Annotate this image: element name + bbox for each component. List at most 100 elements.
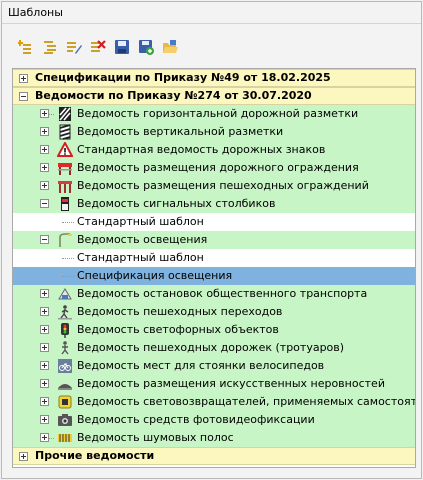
expand-toggle[interactable] [40,145,49,154]
save-as-button[interactable] [135,36,157,58]
tree-item-label: Ведомость размещения пешеходных огражден… [77,179,369,192]
add-template-icon [18,40,31,54]
expand-toggle[interactable] [40,361,49,370]
expand-toggle[interactable] [40,127,49,136]
collapse-toggle[interactable] [40,199,49,208]
expand-toggle[interactable] [40,397,49,406]
tree-item[interactable]: Стандартная ведомость дорожных знаков [13,141,415,159]
add-subtemplate-icon [44,41,56,54]
expand-toggle[interactable] [19,452,28,461]
tree-item-label: Ведомость пешеходных переходов [77,305,283,318]
tree-group-other[interactable]: Прочие ведомости [13,447,415,465]
tree-item-label: Ведомость сигнальных столбиков [77,197,276,210]
collapse-toggle[interactable] [19,92,28,101]
reflector-icon [57,394,73,410]
tree-item-label: Ведомость светофорных объектов [77,323,279,336]
group-label: Ведомости по Приказу №274 от 30.07.2020 [35,89,312,102]
expand-toggle[interactable] [40,109,49,118]
tree-line [62,258,74,259]
tree-item[interactable]: Ведомость размещения пешеходных огражден… [13,177,415,195]
templates-panel: Шаблоны Спецификации по Приказу №49 от 1… [1,1,422,479]
edit-template-icon [67,42,82,54]
tree-item[interactable]: Ведомость средств фотовидеофиксации [13,411,415,429]
tree-item[interactable]: Ведомость световозвращателей, применяемы… [13,393,415,411]
tree-item[interactable]: Ведомость размещения искусственных неров… [13,375,415,393]
tree-item[interactable]: Ведомость размещения дорожного ограждени… [13,159,415,177]
vertical-marking-icon [57,124,73,140]
tree-subitem[interactable]: Стандартный шаблон [13,249,415,267]
street-light-icon [57,232,73,248]
group-label: Спецификации по Приказу №49 от 18.02.202… [35,71,331,84]
tree-item-label: Ведомость остановок общественного трансп… [77,287,368,300]
tree-item[interactable]: Ведомость вертикальной разметки [13,123,415,141]
title-separator [2,23,421,24]
delete-template-button[interactable] [87,36,109,58]
traffic-light-icon [57,322,73,338]
rumble-strip-icon [57,430,73,446]
bicycle-parking-icon [57,358,73,374]
pedestrian-fence-icon [57,178,73,194]
expand-toggle[interactable] [40,181,49,190]
save-icon [115,40,129,54]
tree-item-label: Ведомость шумовых полос [77,431,234,444]
open-folder-button[interactable] [159,36,181,58]
panel-title: Шаблоны [8,6,63,19]
tree-item[interactable]: Ведомость светофорных объектов [13,321,415,339]
tree-item[interactable]: Ведомость сигнальных столбиков [13,195,415,213]
tree-item[interactable]: Ведомость мест для стоянки велосипедов [13,357,415,375]
toolbar [15,36,183,58]
tree-item[interactable]: Ведомость пешеходных переходов [13,303,415,321]
speed-bump-icon [57,376,73,392]
tree-item[interactable]: Ведомость горизонтальной дорожной размет… [13,105,415,123]
tree-line [62,222,74,223]
edit-template-button[interactable] [63,36,85,58]
expand-toggle[interactable] [40,163,49,172]
group-label: Прочие ведомости [35,449,155,462]
tree-item[interactable]: Ведомость пешеходных дорожек (тротуаров) [13,339,415,357]
road-barrier-icon [57,160,73,176]
sidewalk-icon [57,340,73,356]
open-folder-icon [163,40,178,53]
tree-item-label: Ведомость мест для стоянки велосипедов [77,359,325,372]
save-as-icon [139,40,154,55]
tree-item-label: Ведомость освещения [77,233,208,246]
tree-item-label: Ведомость размещения дорожного ограждени… [77,161,359,174]
tree-item[interactable]: Ведомость освещения [13,231,415,249]
tree-item-label: Спецификация освещения [77,269,233,282]
expand-toggle[interactable] [40,415,49,424]
add-template-button[interactable] [15,36,37,58]
road-marking-icon [57,106,73,122]
tree-item-label: Стандартный шаблон [77,251,204,264]
tree-item[interactable]: Ведомость остановок общественного трансп… [13,285,415,303]
tree-group-spec49[interactable]: Спецификации по Приказу №49 от 18.02.202… [13,69,415,87]
tree-item-label: Ведомость световозвращателей, применяемы… [77,395,416,408]
expand-toggle[interactable] [19,74,28,83]
templates-tree[interactable]: Спецификации по Приказу №49 от 18.02.202… [12,68,416,468]
tree-item[interactable]: Ведомость шумовых полос [13,429,415,447]
collapse-toggle[interactable] [40,235,49,244]
tree-subitem[interactable]: Стандартный шаблон [13,213,415,231]
pedestrian-crossing-icon [57,304,73,320]
signal-post-icon [57,196,73,212]
tree-line [62,276,74,277]
camera-icon [57,412,73,428]
expand-toggle[interactable] [40,307,49,316]
expand-toggle[interactable] [40,325,49,334]
bus-stop-icon [57,286,73,302]
expand-toggle[interactable] [40,433,49,442]
save-button[interactable] [111,36,133,58]
expand-toggle[interactable] [40,379,49,388]
expand-toggle[interactable] [40,343,49,352]
tree-item-label: Ведомость пешеходных дорожек (тротуаров) [77,341,345,354]
tree-item-label: Ведомость горизонтальной дорожной размет… [77,107,359,120]
add-subtemplate-button[interactable] [39,36,61,58]
tree-item-label: Ведомость размещения искусственных неров… [77,377,385,390]
delete-template-icon [91,40,106,52]
tree-group-ved274[interactable]: Ведомости по Приказу №274 от 30.07.2020 [13,87,415,105]
expand-toggle[interactable] [40,289,49,298]
tree-subitem-selected[interactable]: Спецификация освещения [13,267,415,285]
tree-item-label: Ведомость средств фотовидеофиксации [77,413,315,426]
tree-item-label: Стандартный шаблон [77,215,204,228]
tree-item-label: Стандартная ведомость дорожных знаков [77,143,326,156]
tree-item-label: Ведомость вертикальной разметки [77,125,284,138]
